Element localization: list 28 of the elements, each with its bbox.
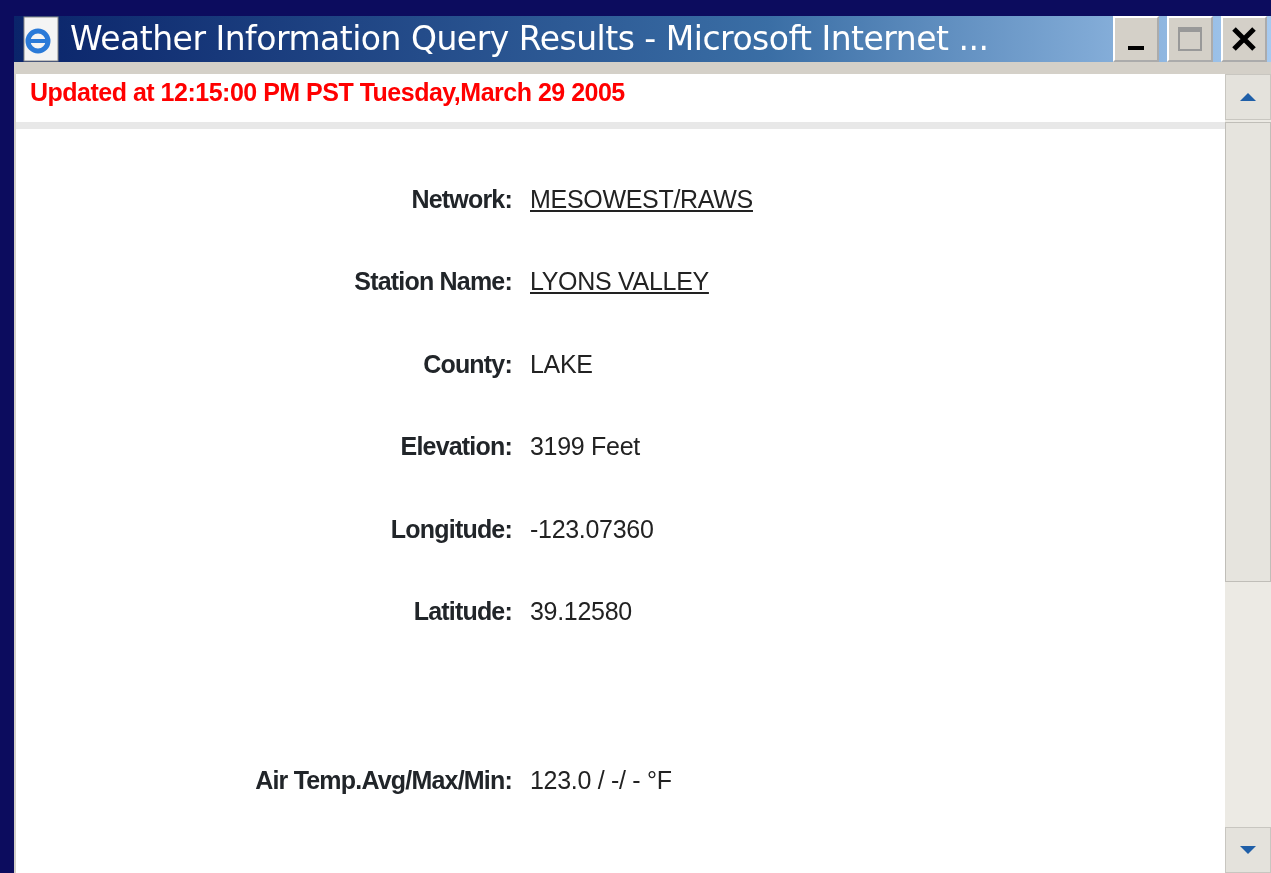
scroll-thumb[interactable]	[1225, 122, 1271, 582]
maximize-icon	[1177, 26, 1203, 52]
scrollbar[interactable]	[1225, 74, 1271, 873]
close-button[interactable]	[1221, 16, 1267, 62]
updated-notice: Updated at 12:15:00 PM PST Tuesday,March 29 2005	[16, 74, 1225, 129]
up-arrow-icon	[1239, 92, 1257, 102]
field-value: LAKE	[530, 348, 593, 380]
field-link[interactable]: LYONS VALLEY	[530, 263, 709, 301]
field-label: Station Name:	[353, 266, 512, 297]
down-arrow-icon	[1239, 845, 1257, 855]
close-icon	[1231, 26, 1257, 52]
scroll-down-button[interactable]	[1225, 827, 1271, 873]
scroll-up-button[interactable]	[1225, 74, 1271, 120]
field-value: -123.07360	[530, 513, 654, 545]
minimize-button[interactable]	[1113, 16, 1159, 62]
field-label: Network:	[410, 183, 512, 215]
field-label: County:	[422, 348, 512, 380]
field-label: Latitude:	[412, 596, 512, 627]
window-title: Weather Information Query Results - Microsoft Internet ...	[70, 18, 990, 61]
field-value: 3199 Feet	[530, 431, 640, 462]
field-link[interactable]: MESOWEST/RAWS	[530, 180, 753, 218]
maximize-button[interactable]	[1167, 16, 1213, 62]
field-value: 123.0 / -/ - °F	[530, 764, 672, 796]
field-value: 39.12580	[530, 596, 632, 627]
minimize-icon	[1128, 46, 1144, 50]
field-label: Elevation:	[399, 431, 512, 462]
field-label: Air Temp.Avg/Max/Min:	[254, 764, 512, 796]
field-label: Longitude:	[389, 513, 512, 545]
